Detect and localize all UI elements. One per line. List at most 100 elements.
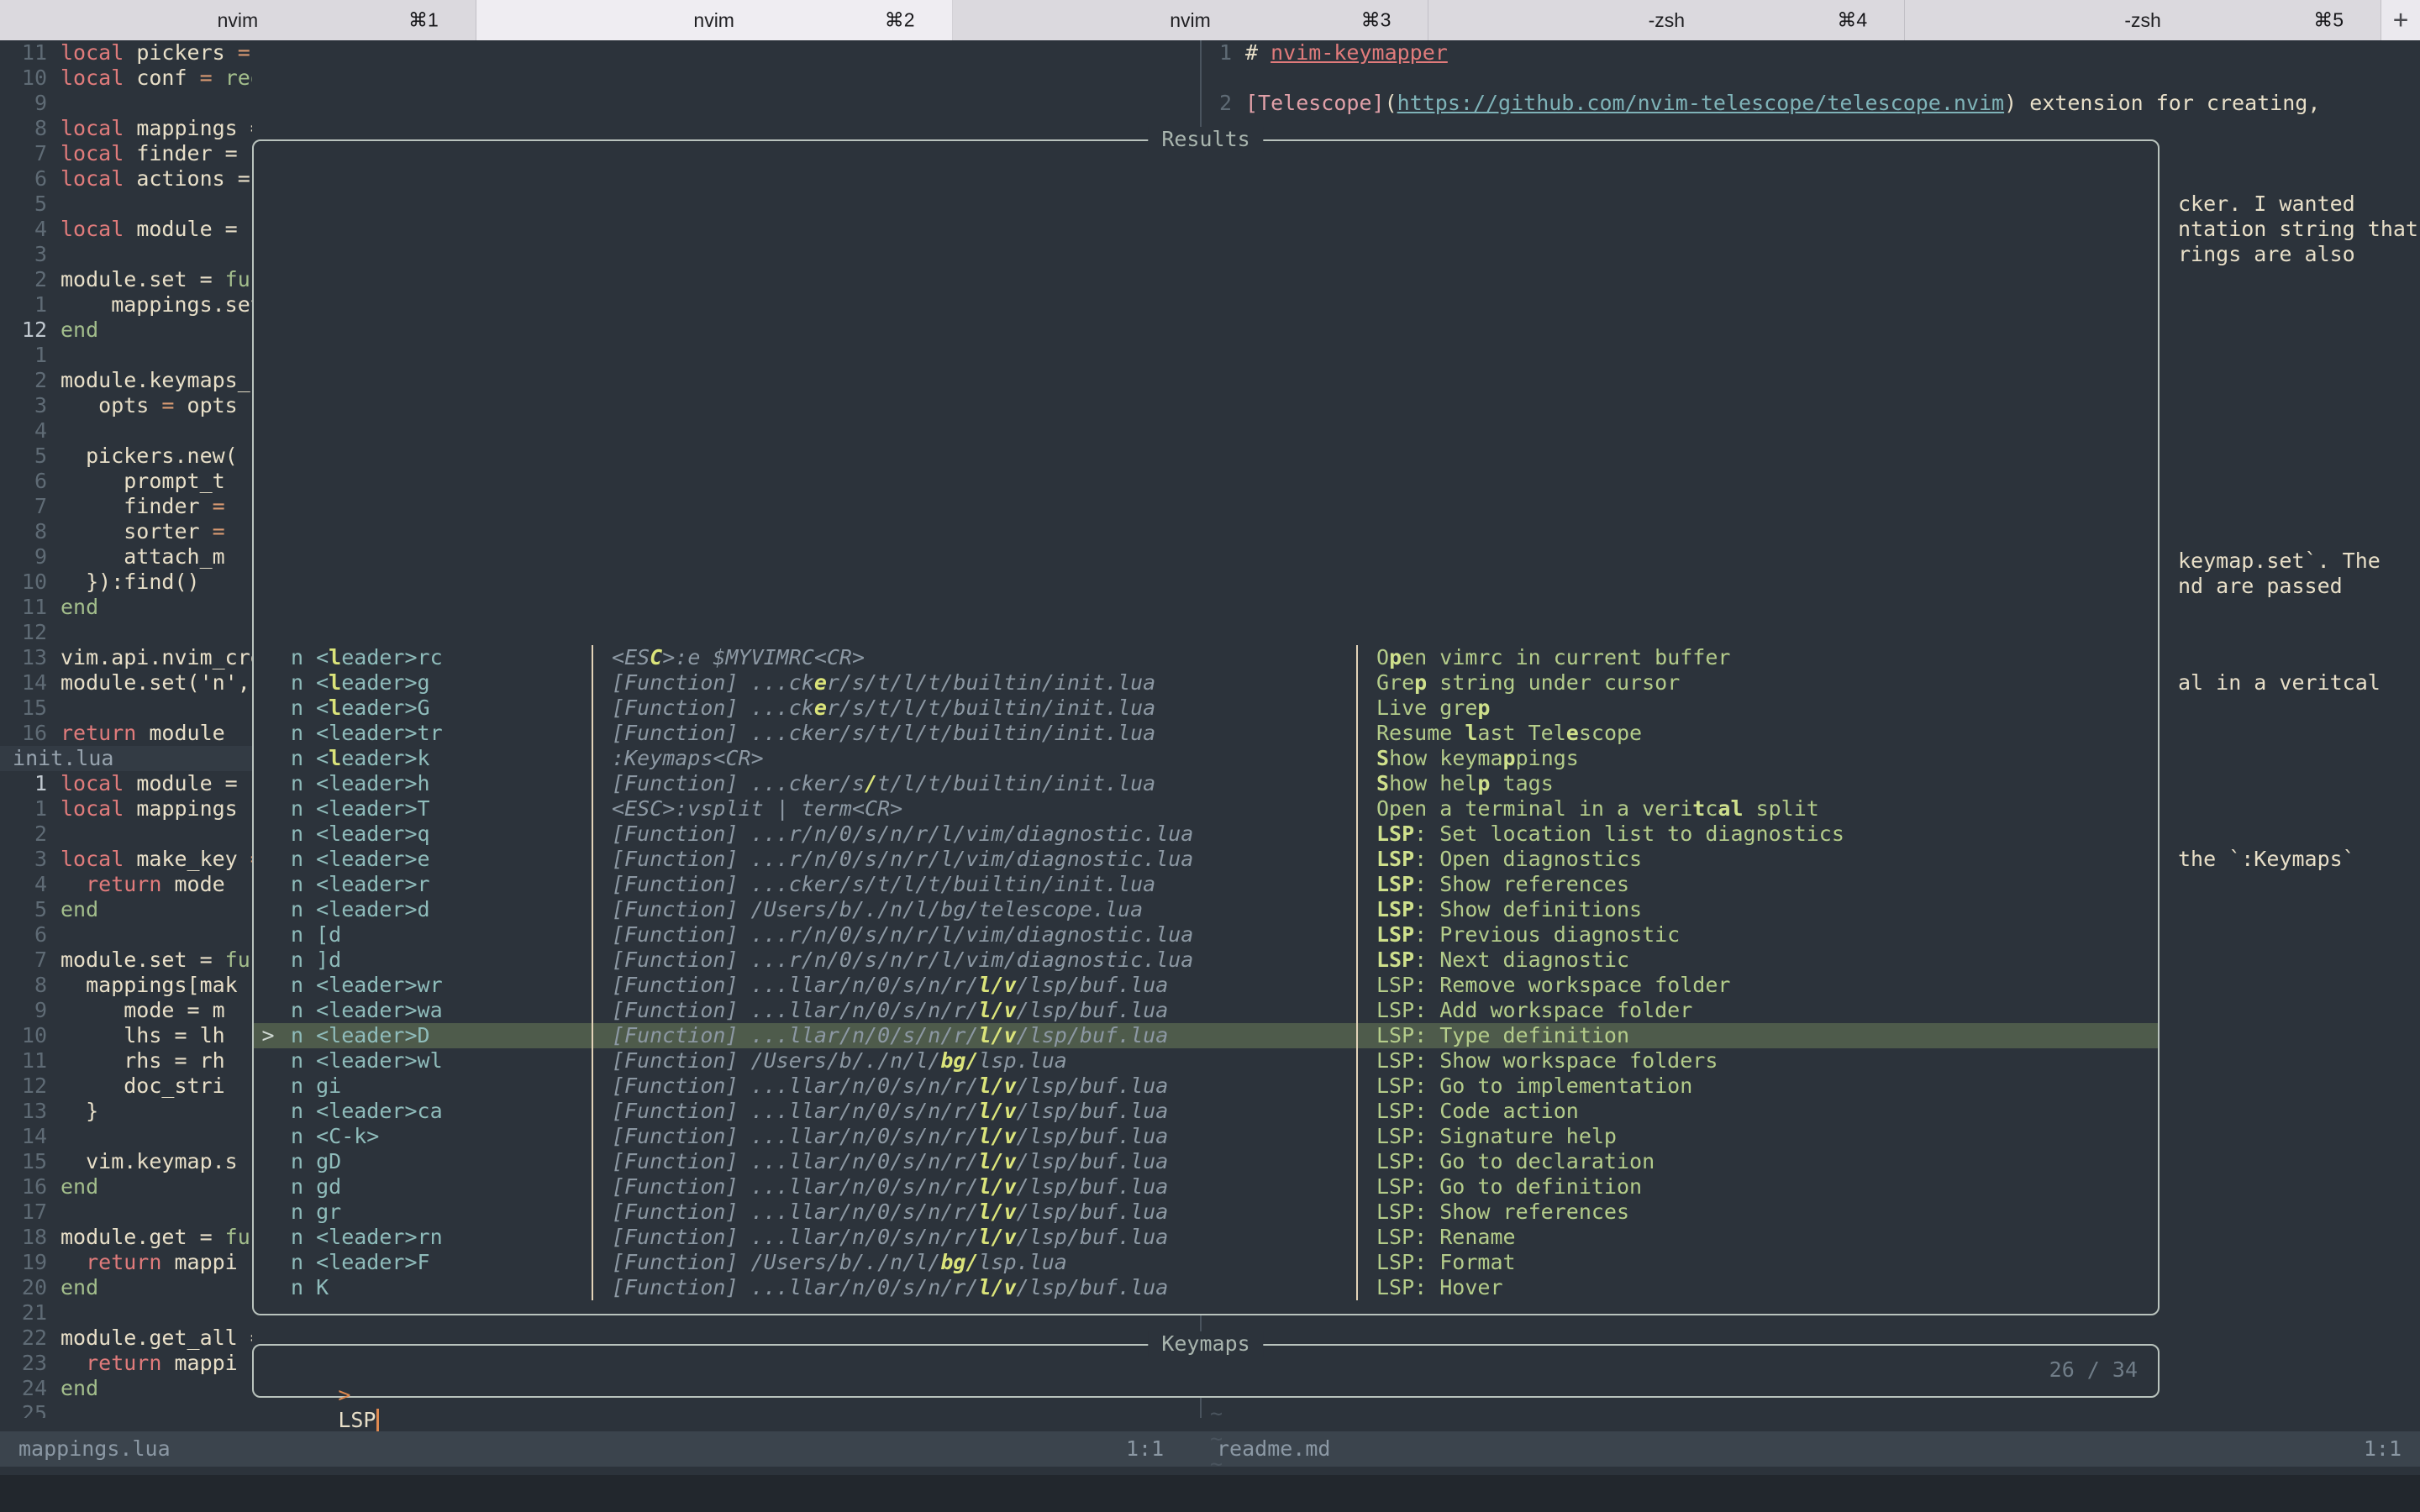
rhs-text: <ESC>:vsplit | term<CR> [612, 796, 903, 821]
keymap-description: LSP: Type definition [1358, 1023, 2158, 1048]
line-number: 11 [21, 1048, 47, 1073]
telescope-result-row[interactable]: n <leader>d [Function] /Users/b/./n/l/bg/… [254, 897, 2158, 922]
code-line: 4 [0, 418, 60, 444]
tab-shortcut: ⌘3 [1360, 8, 1392, 31]
telescope-result-row[interactable]: n <leader>wa [Function] ...llar/n/0/s/n/r… [254, 998, 2158, 1023]
keymap-description: LSP: Set location list to diagnostics [1358, 822, 2158, 847]
keymap-description: Open a terminal in a veritcal split [1358, 796, 2158, 822]
keymap-rhs: :Keymaps<CR> [593, 746, 1358, 771]
line-number: 20 [21, 1275, 47, 1299]
lhs-text: n gr [291, 1200, 342, 1224]
terminal-tab-1[interactable]: nvim ⌘1 [0, 0, 476, 40]
readme-overflow-text: rings are also [2178, 242, 2355, 266]
line-number: 17 [21, 1200, 47, 1224]
code-token: end [60, 595, 99, 619]
telescope-result-row[interactable]: n gi [Function] ...llar/n/0/s/n/r/l/v/lsp… [254, 1074, 2158, 1099]
status-right-filename: readme.md [1217, 1436, 1331, 1461]
telescope-result-row[interactable]: n <leader>q [Function] ...r/n/0/s/n/r/l/v… [254, 822, 2158, 847]
keymap-lhs: n <leader>F [282, 1250, 593, 1275]
telescope-result-row[interactable]: n <leader>wr [Function] ...llar/n/0/s/n/r… [254, 973, 2158, 998]
line-number: 12 [21, 1074, 47, 1098]
selection-marker-icon [254, 1074, 282, 1099]
left-editor-pane[interactable]: 11local pickers = require('telescope.pic… [0, 40, 252, 1418]
rhs-text: [Function] ...ck [612, 670, 814, 695]
telescope-result-row[interactable]: n <leader>ca [Function] ...llar/n/0/s/n/r… [254, 1099, 2158, 1124]
line-number: 1 [34, 771, 47, 795]
keymap-rhs: <ESC>:vsplit | term<CR> [593, 796, 1358, 822]
status-right-position: 1:1 [2363, 1436, 2402, 1461]
tab-label: -zsh [1648, 8, 1686, 31]
line-number: 11 [21, 595, 47, 619]
telescope-result-row[interactable]: n <leader>tr [Function] ...cker/s/t/l/t/b… [254, 721, 2158, 746]
keymap-description: LSP: Signature help [1358, 1124, 2158, 1149]
keymap-lhs: n <leader>D [282, 1023, 593, 1048]
telescope-result-row[interactable]: n <leader>r [Function] ...cker/s/t/l/t/bu… [254, 872, 2158, 897]
lhs-text: n <leader>q [291, 822, 430, 846]
keymap-description: LSP: Show workspace folders [1358, 1048, 2158, 1074]
lhs-text: n K [291, 1275, 329, 1299]
rhs-text: r/s/t/l/t/builtin/init.lua [826, 670, 1156, 695]
code-token: local [60, 796, 137, 821]
telescope-result-row[interactable]: > n <leader>D [Function] ...llar/n/0/s/n/r… [254, 1023, 2158, 1048]
line-number: 18 [21, 1225, 47, 1249]
desc-match: al [1718, 796, 1744, 821]
code-token: return [60, 872, 175, 896]
keymap-rhs: [Function] ...r/n/0/s/n/r/l/vim/diagnost… [593, 948, 1358, 973]
telescope-result-row[interactable]: n [d [Function] ...r/n/0/s/n/r/l/vim/diag… [254, 922, 2158, 948]
rhs-text: <ES [612, 645, 650, 669]
telescope-result-row[interactable]: n <leader>k:Keymaps<CR> Show keymappings [254, 746, 2158, 771]
telescope-result-row[interactable]: n gd [Function] ...llar/n/0/s/n/r/l/v/lsp… [254, 1174, 2158, 1200]
desc-match: p [1502, 746, 1516, 770]
keymap-description: LSP: Show references [1358, 872, 2158, 897]
selection-marker-icon [254, 1149, 282, 1174]
desc-match: LSP [1376, 922, 1415, 947]
terminal-tab-3[interactable]: nvim ⌘3 [952, 0, 1429, 40]
terminal-tab-4[interactable]: -zsh ⌘4 [1428, 0, 1906, 40]
tab-shortcut: ⌘4 [1837, 8, 1868, 31]
telescope-result-row[interactable]: n <C-k> [Function] ...llar/n/0/s/n/r/l/v/… [254, 1124, 2158, 1149]
telescope-result-row[interactable]: n <leader>F [Function] /Users/b/./n/l/bg/… [254, 1250, 2158, 1275]
rhs-text: [Function] ...cker/s/t/l/t/builtin/init.… [612, 872, 1156, 896]
tab-label: -zsh [2124, 8, 2161, 31]
code-line: 6 [0, 922, 60, 948]
telescope-result-row[interactable]: n <leader>g [Function] ...cker/s/t/l/t/bu… [254, 670, 2158, 696]
code-token: module = { [136, 771, 252, 795]
telescope-results-window[interactable]: Results n <leader>rc <ESC>:e $MYVIMRC<CR>… [252, 127, 2160, 1315]
rhs-match: l/v [978, 998, 1017, 1022]
rhs-text: /lsp/buf.lua [1016, 1149, 1169, 1173]
telescope-prompt-window[interactable]: Keymaps > LSP 26 / 34 [252, 1331, 2160, 1432]
telescope-result-row[interactable]: n <leader>T <ESC>:vsplit | term<CR> Open a… [254, 796, 2158, 822]
line-number: 4 [34, 217, 47, 241]
telescope-result-row[interactable]: n <leader>rc <ESC>:e $MYVIMRC<CR> Open vim… [254, 645, 2158, 670]
telescope-result-row[interactable]: n gD [Function] ...llar/n/0/s/n/r/l/v/lsp… [254, 1149, 2158, 1174]
code-token: module.set = [60, 948, 225, 972]
search-input[interactable]: LSP [338, 1408, 376, 1432]
telescope-result-row[interactable]: n <leader>e [Function] ...r/n/0/s/n/r/l/v… [254, 847, 2158, 872]
telescope-result-row[interactable]: n gr [Function] ...llar/n/0/s/n/r/l/v/lsp… [254, 1200, 2158, 1225]
lhs-text: n <leader>tr [291, 721, 443, 745]
new-tab-button[interactable]: + [2381, 0, 2420, 40]
keymap-description: Live grep [1358, 696, 2158, 721]
code-token: = [199, 66, 225, 90]
code-line: 20 end [0, 1275, 98, 1300]
code-token: finder [60, 494, 213, 518]
telescope-result-row[interactable]: n K [Function] ...llar/n/0/s/n/r/l/v/lsp/… [254, 1275, 2158, 1300]
selection-marker-icon [254, 1225, 282, 1250]
telescope-results-list[interactable]: n <leader>rc <ESC>:e $MYVIMRC<CR> Open vim… [254, 645, 2158, 1300]
telescope-result-row[interactable]: n ]d [Function] ...r/n/0/s/n/r/l/vim/diag… [254, 948, 2158, 973]
rhs-text: /lsp/buf.lua [1016, 973, 1169, 997]
markdown-token: [Telescope] [1245, 91, 1385, 115]
desc-text: LSP: Add workspace folder [1376, 998, 1693, 1022]
terminal-tab-2[interactable]: nvim ⌘2 [476, 0, 953, 40]
terminal-tab-5[interactable]: -zsh ⌘5 [1905, 0, 2381, 40]
telescope-result-row[interactable]: n <leader>G [Function] ...cker/s/t/l/t/bu… [254, 696, 2158, 721]
code-line: 1 local mappings [0, 796, 238, 822]
desc-text: : Show references [1414, 872, 1630, 896]
code-line: 8 mappings[mak [0, 973, 238, 998]
keymap-rhs: [Function] ...cker/s/t/l/t/builtin/init.… [593, 771, 1358, 796]
desc-text: scope [1578, 721, 1643, 745]
telescope-result-row[interactable]: n <leader>h [Function] ...cker/s/t/l/t/bu… [254, 771, 2158, 796]
code-token: return [60, 1351, 175, 1375]
telescope-result-row[interactable]: n <leader>wl [Function] /Users/b/./n/l/bg… [254, 1048, 2158, 1074]
telescope-result-row[interactable]: n <leader>rn [Function] ...llar/n/0/s/n/r… [254, 1225, 2158, 1250]
